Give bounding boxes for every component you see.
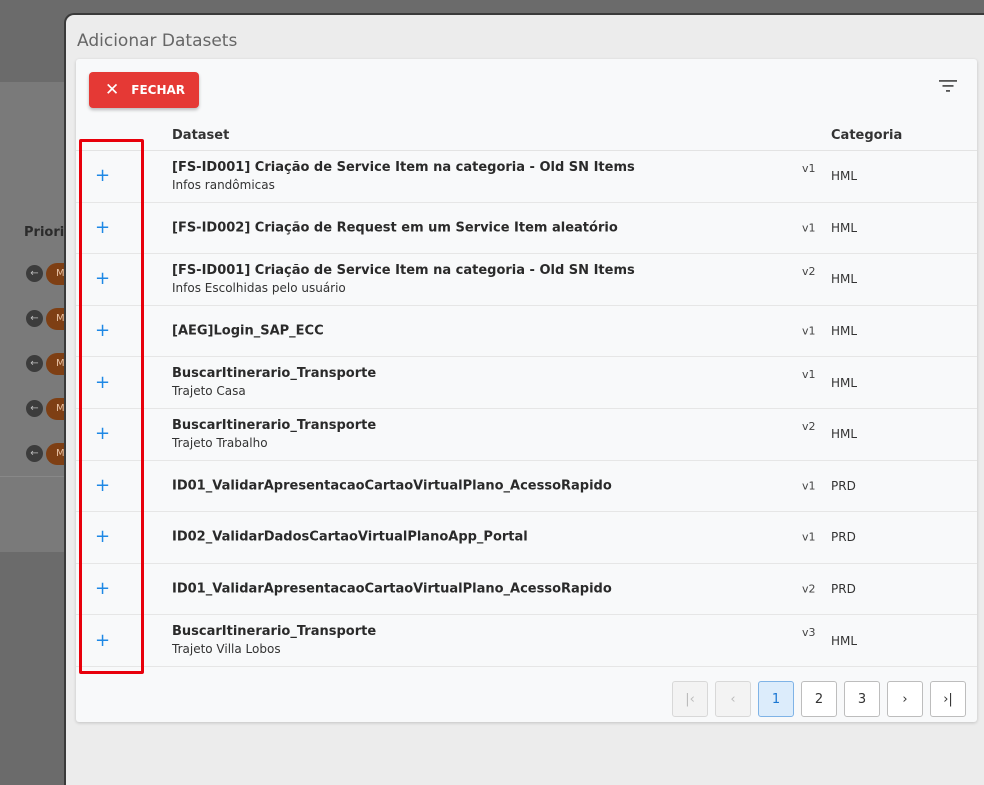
dataset-description: Trajeto Casa — [172, 384, 246, 399]
dataset-version: v1 — [802, 221, 816, 235]
column-header-categoria: Categoria — [831, 128, 903, 143]
dataset-category: PRD — [831, 478, 856, 493]
dataset-name: BuscarItinerario_Transporte — [172, 366, 377, 382]
add-icon[interactable]: + — [95, 218, 110, 237]
table-row: + BuscarItinerario_Transporte Trajeto Ca… — [76, 357, 977, 409]
close-button-label: FECHAR — [131, 83, 186, 97]
arrow-left-icon: ← — [26, 310, 43, 327]
dataset-version: v1 — [802, 324, 816, 338]
dataset-category: HML — [831, 220, 858, 235]
dataset-name: ID01_ValidarApresentacaoCartaoVirtualPla… — [172, 478, 612, 494]
table-row: + ID01_ValidarApresentacaoCartaoVirtualP… — [76, 461, 977, 513]
arrow-left-icon: ← — [26, 400, 43, 417]
add-icon[interactable]: + — [95, 425, 110, 443]
modal-title: Adicionar Datasets — [77, 31, 238, 51]
dataset-category: HML — [831, 633, 858, 648]
dataset-version: v1 — [802, 162, 816, 175]
dataset-name: BuscarItinerario_Transporte — [172, 624, 377, 640]
arrow-left-icon: ← — [26, 265, 43, 282]
dataset-category: PRD — [831, 582, 856, 597]
dataset-category: HML — [831, 324, 858, 339]
dataset-name: [FS-ID001] Criação de Service Item na ca… — [172, 160, 635, 175]
dataset-category: HML — [831, 272, 858, 287]
page-button-2[interactable]: 2 — [801, 681, 837, 717]
dataset-version: v2 — [802, 419, 816, 433]
arrow-left-icon: ← — [26, 445, 43, 462]
dataset-name: ID01_ValidarApresentacaoCartaoVirtualPla… — [172, 581, 612, 597]
pagination: |‹ ‹ 1 2 3 › ›| — [672, 681, 966, 717]
dataset-category: HML — [831, 169, 858, 184]
dataset-description: Trajeto Trabalho — [172, 435, 268, 450]
dataset-category: HML — [831, 427, 858, 442]
dataset-version: v2 — [802, 582, 816, 596]
datasets-card: ✕ FECHAR Dataset Categoria + [FS-ID001] … — [76, 59, 977, 722]
dataset-version: v1 — [802, 479, 816, 493]
add-icon[interactable]: + — [95, 373, 110, 392]
page-button-3[interactable]: 3 — [844, 681, 880, 717]
add-icon[interactable]: + — [95, 580, 110, 598]
last-page-button[interactable]: ›| — [930, 681, 966, 717]
dataset-version: v3 — [802, 626, 816, 640]
dataset-name: [FS-ID002] Criação de Request em um Serv… — [172, 220, 618, 236]
add-icon[interactable]: + — [95, 322, 110, 340]
add-icon[interactable]: + — [95, 167, 110, 185]
datasets-table-body: + [FS-ID001] Criação de Service Item na … — [76, 151, 977, 667]
dataset-name: ID02_ValidarDadosCartaoVirtualPlanoApp_P… — [172, 529, 528, 545]
dataset-version: v2 — [802, 265, 816, 279]
dataset-version: v1 — [802, 530, 816, 544]
dataset-description: Infos randômicas — [172, 178, 275, 192]
close-icon: ✕ — [105, 79, 120, 100]
dataset-version: v1 — [802, 368, 816, 382]
table-row: + [FS-ID002] Criação de Request em um Se… — [76, 203, 977, 255]
dataset-category: PRD — [831, 530, 856, 545]
add-datasets-modal: Adicionar Datasets ✕ FECHAR Dataset Cate… — [64, 13, 984, 785]
dataset-name: [AEG]Login_SAP_ECC — [172, 323, 324, 339]
table-row: + ID01_ValidarApresentacaoCartaoVirtualP… — [76, 564, 977, 616]
add-icon[interactable]: + — [95, 476, 110, 495]
arrow-left-icon: ← — [26, 355, 43, 372]
table-row: + BuscarItinerario_Transporte Trajeto Vi… — [76, 615, 977, 667]
table-row: + [AEG]Login_SAP_ECC v1 HML — [76, 306, 977, 358]
add-icon[interactable]: + — [95, 528, 110, 546]
table-header: Dataset Categoria — [76, 121, 977, 151]
add-icon[interactable]: + — [95, 631, 110, 650]
table-row: + ID02_ValidarDadosCartaoVirtualPlanoApp… — [76, 512, 977, 564]
close-button[interactable]: ✕ FECHAR — [89, 72, 199, 108]
table-row: + [FS-ID001] Criação de Service Item na … — [76, 254, 977, 306]
filter-icon[interactable] — [939, 79, 957, 93]
table-row: + [FS-ID001] Criação de Service Item na … — [76, 151, 977, 203]
add-icon[interactable]: + — [95, 270, 110, 288]
dataset-category: HML — [831, 375, 858, 390]
next-page-button[interactable]: › — [887, 681, 923, 717]
dataset-name: BuscarItinerario_Transporte — [172, 417, 377, 433]
first-page-button[interactable]: |‹ — [672, 681, 708, 717]
page-button-1[interactable]: 1 — [758, 681, 794, 717]
column-header-dataset: Dataset — [172, 128, 230, 143]
dataset-description: Infos Escolhidas pelo usuário — [172, 281, 346, 296]
dataset-name: [FS-ID001] Criação de Service Item na ca… — [172, 263, 635, 279]
dataset-description: Trajeto Villa Lobos — [172, 642, 281, 657]
table-row: + BuscarItinerario_Transporte Trajeto Tr… — [76, 409, 977, 461]
prev-page-button[interactable]: ‹ — [715, 681, 751, 717]
